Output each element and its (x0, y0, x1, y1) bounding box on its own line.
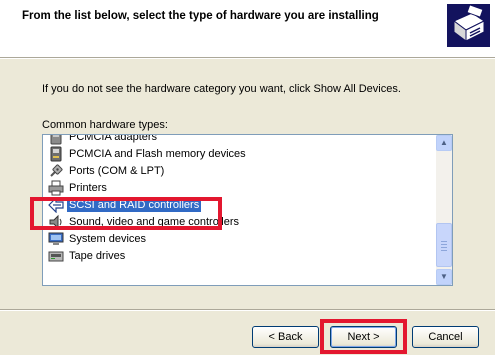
list-item-ports[interactable]: Ports (COM & LPT) (43, 163, 437, 180)
tape-drive-icon (48, 251, 64, 261)
listbox-scrollbar[interactable]: ▲ ▼ (436, 135, 452, 285)
pcmcia-icon (50, 135, 62, 144)
list-item-label: PCMCIA adapters (69, 134, 158, 143)
grip-line (441, 247, 447, 248)
back-button[interactable]: < Back (252, 326, 319, 348)
footer-divider-highlight (0, 310, 495, 311)
info-text: If you do not see the hardware category … (42, 83, 401, 95)
grip-line (441, 244, 447, 245)
list-item-label: Tape drives (69, 250, 126, 262)
grip-line (441, 250, 447, 251)
list-item-system-devices[interactable]: System devices (43, 231, 437, 248)
cancel-button[interactable]: Cancel (412, 326, 479, 348)
port-icon (50, 163, 63, 177)
list-item-pcmcia-flash[interactable]: PCMCIA and Flash memory devices (43, 146, 437, 163)
hardware-list-label: Common hardware types: (42, 119, 168, 131)
hardware-wizard-icon (447, 4, 490, 47)
scsi-highlight-box (30, 197, 222, 230)
list-item-pcmcia-adapters[interactable]: PCMCIA adapters (43, 134, 437, 146)
list-item-label: PCMCIA and Flash memory devices (69, 148, 246, 160)
scroll-down-icon[interactable]: ▼ (436, 269, 452, 285)
system-devices-icon (48, 232, 64, 245)
list-item-tape-drives[interactable]: Tape drives (43, 248, 437, 265)
printer-icon (48, 180, 64, 195)
list-item-label: Printers (69, 182, 107, 194)
next-highlight-box (320, 319, 407, 354)
list-item-label: Ports (COM & LPT) (69, 165, 165, 177)
header-divider-highlight (0, 58, 495, 59)
header-title: From the list below, select the type of … (22, 10, 379, 22)
scrollbar-thumb[interactable] (436, 223, 452, 267)
flash-memory-icon (50, 146, 62, 161)
wizard-header: From the list below, select the type of … (0, 0, 495, 57)
grip-line (441, 241, 447, 242)
list-item-printers[interactable]: Printers (43, 180, 437, 197)
list-item-label: System devices (69, 233, 147, 245)
scroll-up-icon[interactable]: ▲ (436, 135, 452, 151)
